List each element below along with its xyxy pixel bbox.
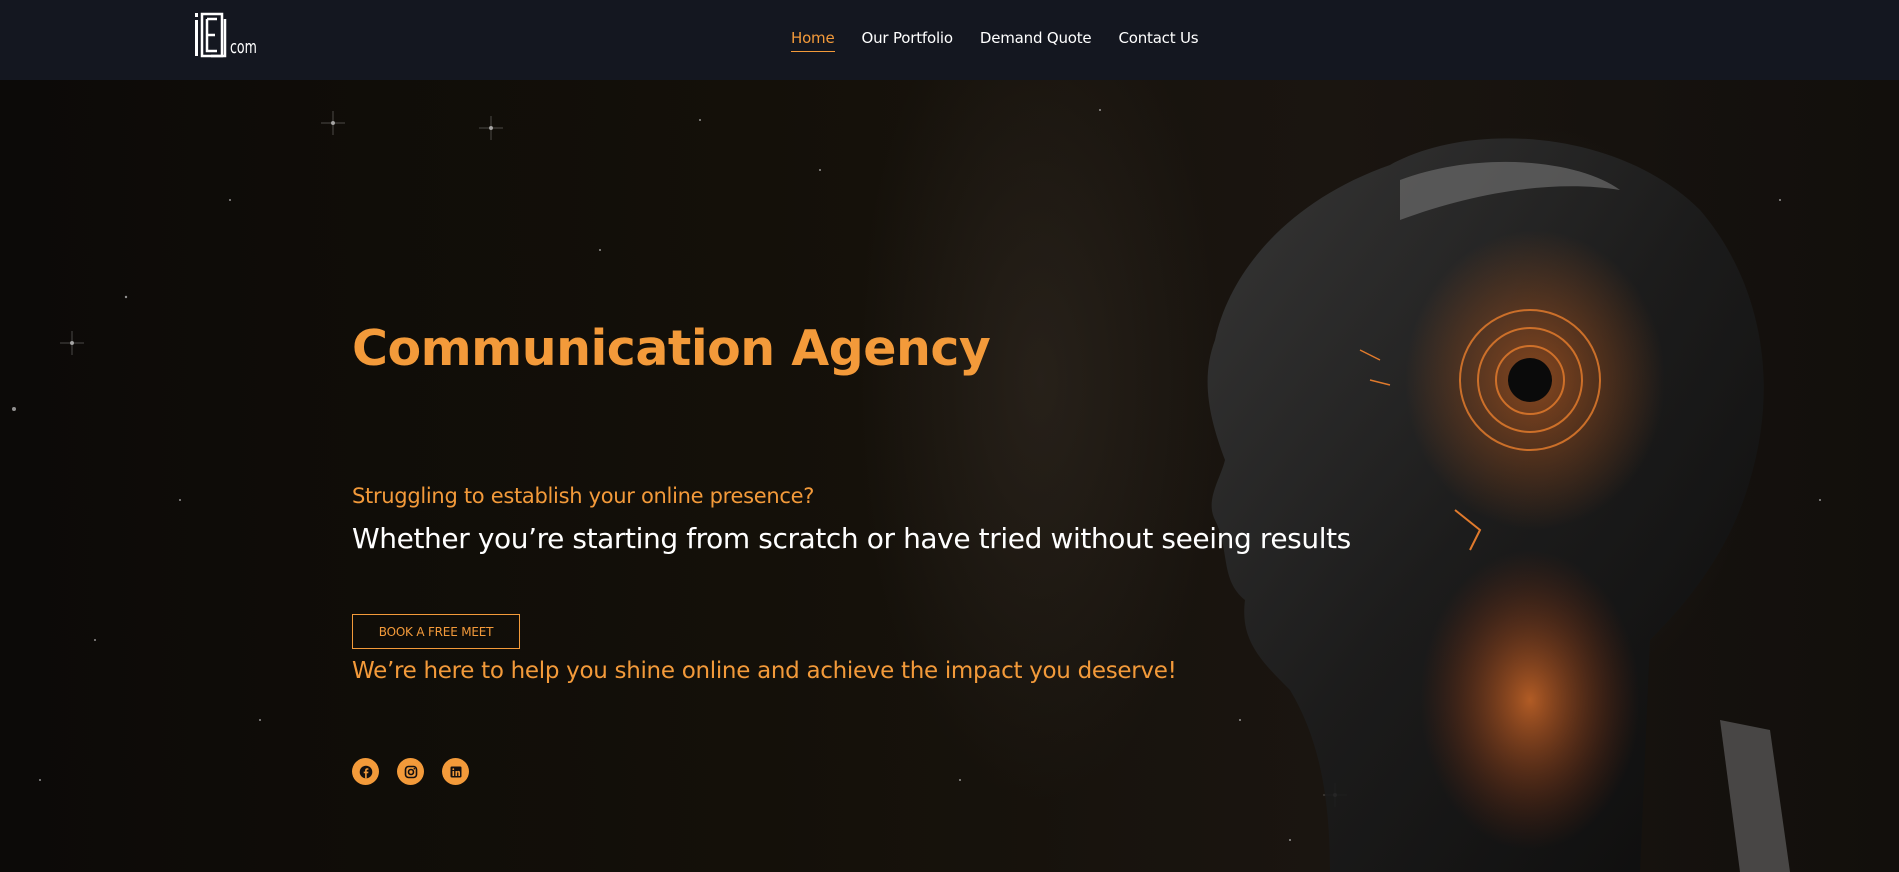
linkedin-link[interactable] — [442, 758, 469, 785]
top-navbar: com Home Our Portfolio Demand Quote Cont… — [0, 0, 1899, 80]
social-links — [352, 758, 469, 785]
hero-title: Communication Agency — [352, 320, 991, 377]
hero-promise: We’re here to help you shine online and … — [352, 658, 1177, 684]
brand-logo[interactable]: com — [194, 11, 264, 61]
nav-our-portfolio[interactable]: Our Portfolio — [862, 29, 954, 51]
svg-text:com: com — [230, 37, 257, 58]
linkedin-icon — [450, 766, 461, 777]
hero-section: Communication Agency Struggling to estab… — [0, 80, 1899, 872]
instagram-link[interactable] — [397, 758, 424, 785]
book-free-meet-button[interactable]: BOOK A FREE MEET — [352, 614, 520, 649]
facebook-icon — [359, 765, 372, 778]
hero-tagline: Whether you’re starting from scratch or … — [352, 522, 1351, 555]
nav-home[interactable]: Home — [791, 29, 835, 52]
main-nav: Home Our Portfolio Demand Quote Contact … — [791, 28, 1199, 52]
robot-head-illustration — [12, 109, 1821, 872]
nav-contact-us[interactable]: Contact Us — [1118, 29, 1198, 51]
facebook-link[interactable] — [352, 758, 379, 785]
logo-icon: com — [195, 12, 257, 58]
nav-demand-quote[interactable]: Demand Quote — [980, 29, 1092, 51]
instagram-icon — [404, 765, 417, 778]
hero-subtitle: Struggling to establish your online pres… — [352, 484, 815, 508]
